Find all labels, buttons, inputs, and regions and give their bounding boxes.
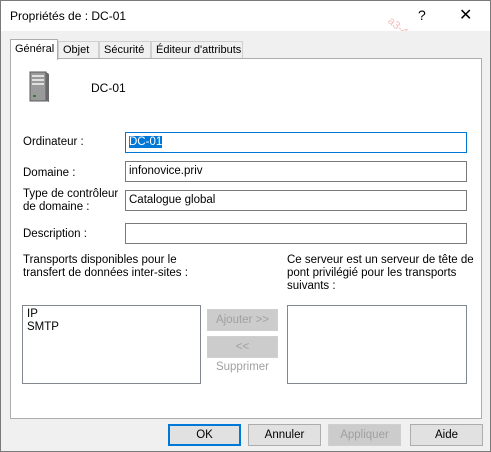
list-item[interactable]: IP <box>27 308 196 321</box>
computer-label: Ordinateur : <box>23 136 84 148</box>
domain-label: Domaine : <box>23 167 76 179</box>
ok-button[interactable]: OK <box>168 424 241 446</box>
apply-button[interactable]: Appliquer <box>328 424 401 446</box>
available-transports-list[interactable]: IP SMTP <box>22 305 201 384</box>
help-button[interactable]: Aide <box>410 424 483 446</box>
computer-field-value: DC-01 <box>129 136 163 148</box>
bridgehead-label-line3: suivants : <box>287 280 336 292</box>
server-icon <box>29 71 49 102</box>
dc-type-field[interactable]: Catalogue global <box>125 190 467 211</box>
close-icon[interactable]: ✕ <box>459 5 472 25</box>
properties-dialog: Propriétés de : DC-01 a3-4f5c-b1a7-6c2e-… <box>0 0 491 452</box>
title-bar: Propriétés de : DC-01 a3-4f5c-b1a7-6c2e-… <box>1 1 490 31</box>
general-tab-panel: DC-01 Ordinateur : DC-01 Domaine : infon… <box>10 58 482 419</box>
description-label: Description : <box>23 228 87 240</box>
domain-field[interactable]: infonovice.priv <box>125 161 467 182</box>
cancel-button[interactable]: Annuler <box>248 424 321 446</box>
description-field[interactable] <box>125 223 467 244</box>
server-name: DC-01 <box>91 81 126 95</box>
available-transports-label-line1: Transports disponibles pour le <box>23 254 177 266</box>
watermark-text: a3-4f5c-b1a7-6c2e-8a03c-b6d3bd70f06 test <box>385 15 490 31</box>
tab-general[interactable]: Général <box>10 39 58 60</box>
bridgehead-transports-list[interactable] <box>287 305 467 384</box>
tab-object[interactable]: Objet <box>58 41 99 59</box>
dc-type-label-line2: de domaine : <box>23 201 90 213</box>
help-icon[interactable]: ? <box>418 7 426 23</box>
bridgehead-label-line1: Ce serveur est un serveur de tête de <box>287 254 474 266</box>
list-item[interactable]: SMTP <box>27 321 196 334</box>
bridgehead-label-line2: pont privilégié pour les transports <box>287 267 457 279</box>
add-transport-button[interactable]: Ajouter >> <box>207 309 278 331</box>
computer-field[interactable]: DC-01 <box>125 132 467 153</box>
tab-security[interactable]: Sécurité <box>99 41 151 59</box>
tab-attribute-editor[interactable]: Éditeur d'attributs <box>151 41 243 59</box>
dc-type-label-line1: Type de contrôleur <box>23 188 119 200</box>
remove-transport-button[interactable]: << Supprimer <box>207 336 278 373</box>
available-transports-label-line2: transfert de données inter-sites : <box>23 267 188 279</box>
window-title: Propriétés de : DC-01 <box>10 9 127 23</box>
